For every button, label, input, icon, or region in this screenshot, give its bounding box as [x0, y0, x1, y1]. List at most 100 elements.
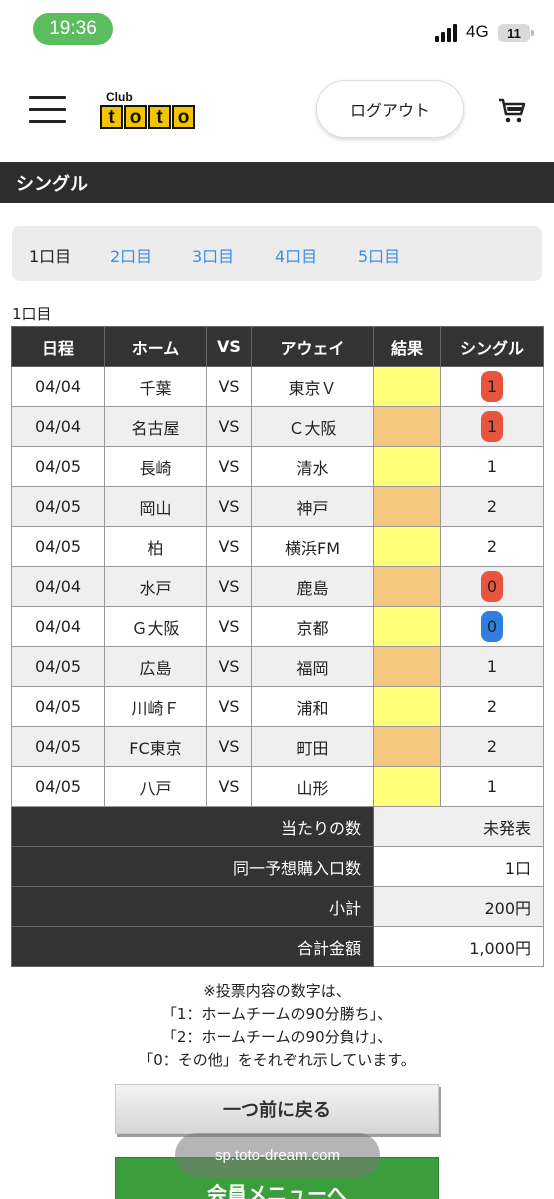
- date-cell: 04/04: [11, 606, 105, 647]
- result-cell: [373, 446, 441, 487]
- away-team-cell: 神戸: [251, 486, 374, 527]
- pick-text: 1: [486, 457, 498, 476]
- note-line: 「0：その他」をそれぞれ示しています。: [138, 1051, 416, 1069]
- table-row: 04/05 川崎Ｆ VS 浦和 2: [11, 686, 544, 727]
- away-team-cell: 京都: [251, 606, 374, 647]
- note-line: 「2：ホームチームの90分負け」、: [161, 1028, 393, 1046]
- pick-text: 2: [486, 697, 498, 716]
- pick-text: 2: [486, 737, 498, 756]
- result-cell: [373, 726, 441, 767]
- table-row: 04/05 八戸 VS 山形 1: [11, 766, 544, 807]
- header-vs: VS: [206, 326, 252, 367]
- table-row: 04/05 岡山 VS 神戸 2: [11, 486, 544, 527]
- section-title: シングル: [0, 162, 554, 203]
- away-team-cell: 浦和: [251, 686, 374, 727]
- tab-round-4[interactable]: 4口目: [275, 243, 317, 267]
- tab-round-3[interactable]: 3口目: [192, 243, 234, 267]
- network-type: 4G: [466, 22, 489, 41]
- highlighted-pick: 0: [480, 571, 504, 602]
- single-pick-cell: 1: [440, 406, 544, 447]
- away-team-cell: 山形: [251, 766, 374, 807]
- single-pick-cell: 2: [440, 526, 544, 567]
- round-tabs: 1口目 2口目 3口目 4口目 5口目: [12, 226, 542, 281]
- single-pick-cell: 2: [440, 726, 544, 767]
- home-team-cell: 千葉: [104, 366, 207, 407]
- date-cell: 04/04: [11, 406, 105, 447]
- single-pick-cell: 1: [440, 766, 544, 807]
- table-row: 04/04 水戸 VS 鹿島 0: [11, 566, 544, 607]
- single-pick-cell: 1: [440, 646, 544, 687]
- pick-text: 1: [486, 657, 498, 676]
- home-team-cell: 水戸: [104, 566, 207, 607]
- table-row: 04/04 Ｇ大阪 VS 京都 0: [11, 606, 544, 647]
- hamburger-icon[interactable]: [29, 96, 66, 124]
- pick-value: 1: [483, 777, 501, 796]
- pick-text: 2: [486, 537, 498, 556]
- vs-cell: VS: [206, 566, 252, 607]
- home-team-cell: 八戸: [104, 766, 207, 807]
- date-cell: 04/05: [11, 686, 105, 727]
- date-cell: 04/05: [11, 646, 105, 687]
- pick-text: 1: [486, 377, 498, 396]
- date-cell: 04/05: [11, 766, 105, 807]
- pick-value: 1: [483, 457, 501, 476]
- summary-row: 同一予想購入口数 1口: [11, 846, 544, 887]
- tab-round-5[interactable]: 5口目: [358, 243, 400, 267]
- vs-cell: VS: [206, 726, 252, 767]
- result-cell: [373, 366, 441, 407]
- round-label: 1口目: [12, 305, 52, 323]
- logout-button[interactable]: ログアウト: [316, 80, 464, 138]
- cart-icon[interactable]: [498, 98, 526, 124]
- away-team-cell: 福岡: [251, 646, 374, 687]
- date-cell: 04/04: [11, 366, 105, 407]
- logo-club-text: Club: [106, 90, 133, 104]
- signal-icon: [435, 22, 461, 42]
- vs-cell: VS: [206, 486, 252, 527]
- home-team-cell: FC東京: [104, 726, 207, 767]
- pick-text: 0: [486, 577, 498, 596]
- vs-cell: VS: [206, 646, 252, 687]
- home-team-cell: 名古屋: [104, 406, 207, 447]
- summary-value: 1,000円: [373, 926, 544, 967]
- summary-value: 未発表: [373, 806, 544, 847]
- vs-cell: VS: [206, 526, 252, 567]
- result-cell: [373, 526, 441, 567]
- pick-text: 1: [486, 417, 498, 436]
- highlighted-pick: 0: [480, 611, 504, 642]
- logo-letter: o: [172, 105, 195, 129]
- picks-table: 日程 ホーム VS アウェイ 結果 シングル 04/04 千葉 VS 東京Ｖ 1 04/0…: [11, 326, 544, 967]
- header-result: 結果: [373, 326, 441, 367]
- away-team-cell: 清水: [251, 446, 374, 487]
- vs-cell: VS: [206, 446, 252, 487]
- highlighted-pick: 1: [480, 411, 504, 442]
- summary-value: 1口: [373, 846, 544, 887]
- home-team-cell: 長崎: [104, 446, 207, 487]
- tab-round-1[interactable]: 1口目: [29, 243, 71, 267]
- header-single: シングル: [440, 326, 544, 367]
- table-row: 04/05 広島 VS 福岡 1: [11, 646, 544, 687]
- url-bar[interactable]: sp.toto-dream.com: [175, 1133, 380, 1177]
- pick-value: 2: [483, 497, 501, 516]
- away-team-cell: 鹿島: [251, 566, 374, 607]
- table-header-row: 日程 ホーム VS アウェイ 結果 シングル: [11, 326, 544, 367]
- table-row: 04/05 柏 VS 横浜FM 2: [11, 526, 544, 567]
- vs-cell: VS: [206, 366, 252, 407]
- club-toto-logo[interactable]: Club t o t o: [100, 90, 196, 130]
- date-cell: 04/05: [11, 446, 105, 487]
- away-team-cell: 東京Ｖ: [251, 366, 374, 407]
- table-row: 04/05 FC東京 VS 町田 2: [11, 726, 544, 767]
- summary-label: 合計金額: [11, 926, 374, 967]
- date-cell: 04/05: [11, 526, 105, 567]
- site-header: Club t o t o ログアウト: [0, 60, 554, 162]
- result-cell: [373, 606, 441, 647]
- summary-label: 同一予想購入口数: [11, 846, 374, 887]
- vs-cell: VS: [206, 606, 252, 647]
- back-button[interactable]: 一つ前に戻る: [115, 1084, 439, 1134]
- header-away: アウェイ: [251, 326, 374, 367]
- single-pick-cell: 0: [440, 566, 544, 607]
- result-cell: [373, 766, 441, 807]
- logo-letter: t: [148, 105, 171, 129]
- tab-round-2[interactable]: 2口目: [110, 243, 152, 267]
- single-pick-cell: 2: [440, 486, 544, 527]
- home-team-cell: 岡山: [104, 486, 207, 527]
